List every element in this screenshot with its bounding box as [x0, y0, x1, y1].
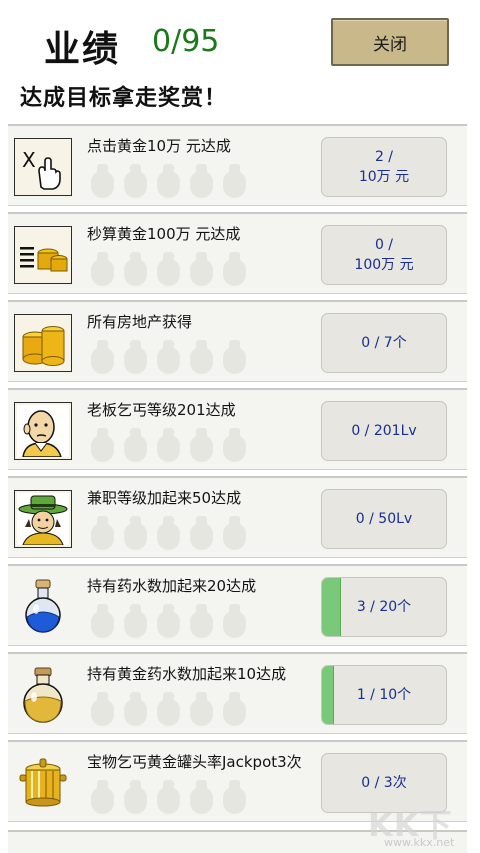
achievement-text: 持有药水数加起来20达成 — [87, 577, 257, 595]
achievement-text: 老板乞丐等级201达成 — [87, 401, 236, 419]
status-line-1: 0 / 201Lv — [351, 423, 417, 439]
achievement-row: 持有黄金药水数加起来10达成 1 / 10个 — [8, 652, 467, 734]
status-line-1: 2 / — [374, 149, 394, 165]
money-bag-icon — [190, 340, 213, 374]
achievement-status[interactable]: 0 / 7个 — [321, 313, 447, 373]
status-line-1: 3 / 20个 — [356, 599, 412, 615]
blue-potion-icon — [14, 578, 72, 636]
money-bag-icon — [157, 692, 180, 726]
status-line-2: 10万 元 — [358, 169, 410, 185]
reward-bags — [91, 252, 246, 286]
money-bag-icon — [124, 692, 147, 726]
achievement-row: 所有房地产获得 0 / 7个 — [8, 300, 467, 382]
money-bag-icon — [157, 164, 180, 198]
money-bag-icon — [124, 604, 147, 638]
money-bag-icon — [157, 516, 180, 550]
money-bag-icon — [223, 252, 246, 286]
achievement-text: 宝物乞丐黄金罐头率Jackpot3次 — [87, 753, 302, 771]
achievement-status[interactable]: 2 / 10万 元 — [321, 137, 447, 197]
money-bag-icon — [190, 604, 213, 638]
money-bag-icon — [223, 780, 246, 814]
money-bag-icon — [124, 516, 147, 550]
money-bag-icon — [157, 428, 180, 462]
watermark-url: www.kkx.net — [384, 836, 455, 849]
reward-bags — [91, 340, 246, 374]
achievement-status[interactable]: 0 / 50Lv — [321, 489, 447, 549]
gold-potion-icon — [14, 666, 72, 724]
hat-worker-icon — [14, 490, 72, 548]
gold-stack-icon — [14, 226, 72, 284]
achievement-row: X 点击黄金10万 元达成 2 / 10万 元 — [8, 124, 467, 206]
money-bag-icon — [91, 252, 114, 286]
money-bag-icon — [124, 780, 147, 814]
close-button[interactable]: 关闭 — [331, 18, 449, 66]
achievement-status[interactable]: 0 / 100万 元 — [321, 225, 447, 285]
money-bag-icon — [91, 692, 114, 726]
reward-bags — [91, 164, 246, 198]
achievement-text: 点击黄金10万 元达成 — [87, 137, 231, 155]
money-bag-icon — [223, 516, 246, 550]
header: 业绩 0/95 关闭 达成目标拿走奖赏！ — [0, 0, 480, 120]
money-bag-icon — [223, 340, 246, 374]
money-bag-icon — [91, 516, 114, 550]
money-bag-icon — [157, 252, 180, 286]
money-bag-icon — [91, 164, 114, 198]
reward-bags — [91, 780, 246, 814]
page-title: 业绩 — [44, 29, 121, 70]
status-line-2: 100万 元 — [354, 257, 414, 273]
achievement-row: 老板乞丐等级201达成 0 / 201Lv — [8, 388, 467, 470]
status-line-1: 0 / 3次 — [361, 775, 407, 791]
achievement-text: 持有黄金药水数加起来10达成 — [87, 665, 287, 683]
reward-bags — [91, 604, 246, 638]
achievement-text: 兼职等级加起来50达成 — [87, 489, 242, 507]
reward-bags — [91, 428, 246, 462]
money-bag-icon — [190, 692, 213, 726]
tap-hand-icon: X — [14, 138, 72, 196]
money-bag-icon — [124, 428, 147, 462]
achievement-progress-count: 0/95 — [152, 24, 220, 59]
money-bag-icon — [223, 164, 246, 198]
money-bag-icon — [223, 428, 246, 462]
achievement-status[interactable]: 3 / 20个 — [321, 577, 447, 637]
money-bag-icon — [124, 164, 147, 198]
achievement-text: 所有房地产获得 — [87, 313, 193, 331]
money-bag-icon — [91, 428, 114, 462]
money-bag-icon — [190, 428, 213, 462]
money-bag-icon — [124, 252, 147, 286]
reward-bags — [91, 692, 246, 726]
reward-bags — [91, 516, 246, 550]
achievement-text: 秒算黄金100万 元达成 — [87, 225, 241, 243]
money-bag-icon — [190, 516, 213, 550]
achievement-row: 兼职等级加起来50达成 0 / 50Lv — [8, 476, 467, 558]
money-bag-icon — [190, 164, 213, 198]
svg-text:X: X — [22, 148, 36, 172]
subtitle: 达成目标拿走奖赏！ — [20, 86, 228, 111]
money-bag-icon — [223, 604, 246, 638]
achievement-list[interactable]: X 点击黄金10万 元达成 2 / 10万 元 秒算黄金100万 元达成 0 /… — [8, 124, 467, 828]
achievement-status[interactable]: 0 / 201Lv — [321, 401, 447, 461]
money-bag-icon — [223, 692, 246, 726]
beggar-boss-icon — [14, 402, 72, 460]
status-line-1: 0 / 7个 — [361, 335, 407, 351]
status-line-1: 0 / — [374, 237, 394, 253]
money-bag-icon — [124, 340, 147, 374]
gold-coins-icon — [14, 314, 72, 372]
achievement-row: 秒算黄金100万 元达成 0 / 100万 元 — [8, 212, 467, 294]
money-bag-icon — [91, 780, 114, 814]
progress-fill — [322, 578, 341, 636]
money-bag-icon — [190, 252, 213, 286]
status-line-1: 1 / 10个 — [356, 687, 412, 703]
money-bag-icon — [190, 780, 213, 814]
progress-fill — [322, 666, 335, 724]
achievement-row: 持有药水数加起来20达成 3 / 20个 — [8, 564, 467, 646]
money-bag-icon — [91, 604, 114, 638]
money-bag-icon — [91, 340, 114, 374]
achievement-status[interactable]: 1 / 10个 — [321, 665, 447, 725]
money-bag-icon — [157, 780, 180, 814]
status-line-1: 0 / 50Lv — [355, 511, 413, 527]
money-bag-icon — [157, 604, 180, 638]
money-bag-icon — [157, 340, 180, 374]
gold-pot-icon — [14, 754, 72, 812]
